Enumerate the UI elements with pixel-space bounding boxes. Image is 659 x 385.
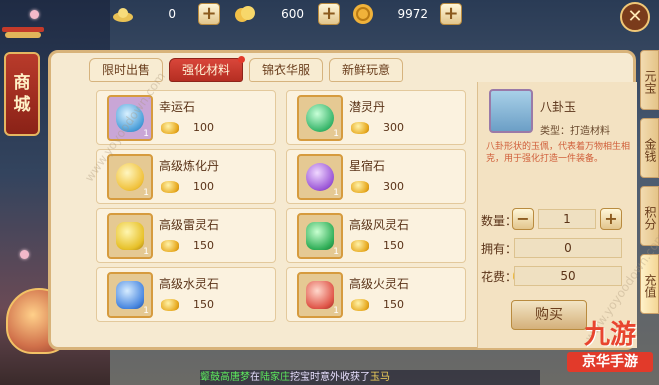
lantern-icon xyxy=(2,27,44,38)
currency-value: 600 xyxy=(281,7,304,21)
site-logo: 九游 京华手游 xyxy=(563,320,657,382)
item-price: 150 xyxy=(383,239,404,252)
item-price: 150 xyxy=(193,239,214,252)
shop-item[interactable]: 1 高级炼化丹 100 xyxy=(96,149,276,204)
copper-coin-icon xyxy=(353,4,373,24)
shop-sign-char: 商 xyxy=(13,73,31,93)
item-price: 150 xyxy=(383,298,404,311)
add-gold-button[interactable]: + xyxy=(318,3,340,25)
quantity-value[interactable]: 1 xyxy=(538,209,596,229)
item-price: 300 xyxy=(383,180,404,193)
gold-ingot-icon xyxy=(161,181,179,193)
tab-label: 新鲜玩意 xyxy=(341,63,390,77)
side-tab-money[interactable]: 金钱 xyxy=(640,118,659,178)
gold-ingot-icon xyxy=(351,240,369,252)
item-name: 高级水灵石 xyxy=(159,277,220,291)
shop-item[interactable]: 1 高级火灵石 150 xyxy=(286,267,466,322)
shop-sign: 商 城 xyxy=(4,52,40,136)
logo-title: 九游 xyxy=(583,320,636,350)
item-price: 150 xyxy=(193,298,214,311)
close-button[interactable]: ✕ xyxy=(620,2,650,32)
owned-label: 拥有： xyxy=(481,242,518,256)
yellow-spirit-stone-icon: 1 xyxy=(107,213,153,259)
notification-dot xyxy=(238,56,245,63)
green-pill-icon: 1 xyxy=(297,95,343,141)
item-qty: 1 xyxy=(143,188,149,198)
gold-ingot-icon xyxy=(161,122,179,134)
broadcast-text: 在 xyxy=(250,372,260,383)
yellow-pill-icon: 1 xyxy=(107,154,153,200)
item-qty: 1 xyxy=(143,306,149,316)
tab-label: 强化材料 xyxy=(181,63,230,77)
item-qty: 1 xyxy=(143,247,149,257)
blossom-decoration xyxy=(30,10,39,19)
item-name: 幸运石 xyxy=(159,100,196,114)
currency-bar: 0 + 600 + 9972 + xyxy=(108,2,468,28)
item-name: 高级炼化丹 xyxy=(159,159,220,173)
item-name: 高级风灵石 xyxy=(349,218,410,232)
decrease-quantity-button[interactable]: − xyxy=(512,208,534,230)
cost-value: 50 xyxy=(514,266,622,286)
item-qty: 1 xyxy=(333,188,339,198)
currency-value: 9972 xyxy=(397,7,428,21)
item-name: 高级火灵石 xyxy=(349,277,410,291)
tab-novelties[interactable]: 新鲜玩意 xyxy=(329,58,403,82)
gold-ingot-icon xyxy=(351,299,369,311)
blue-spirit-stone-icon: 1 xyxy=(107,272,153,318)
item-qty: 1 xyxy=(143,129,149,139)
item-qty: 1 xyxy=(333,306,339,316)
broadcast-player[interactable]: 颦鼓高唐梦 xyxy=(200,372,250,383)
logo-subtitle: 京华手游 xyxy=(567,352,653,372)
item-name: 星宿石 xyxy=(349,159,386,173)
currency-value: 0 xyxy=(168,7,176,21)
bagua-jade-icon xyxy=(489,89,533,133)
gold-coins-icon xyxy=(235,6,255,22)
tab-fine-clothing[interactable]: 锦衣华服 xyxy=(249,58,323,82)
add-silver-button[interactable]: + xyxy=(198,3,220,25)
broadcast-text: 挖宝时意外收获了 xyxy=(290,372,370,383)
item-name: 潜灵丹 xyxy=(349,100,386,114)
detail-title: 八卦玉 xyxy=(540,100,577,114)
item-price: 100 xyxy=(193,180,214,193)
gold-ingot-icon xyxy=(351,122,369,134)
tab-label: 锦衣华服 xyxy=(261,63,310,77)
item-qty: 1 xyxy=(333,129,339,139)
broadcast-place: 陆家庄 xyxy=(260,372,290,383)
shop-item[interactable]: 1 高级雷灵石 150 xyxy=(96,208,276,263)
item-price: 100 xyxy=(193,121,214,134)
broadcast-reward: 玉马 xyxy=(370,372,390,383)
add-copper-button[interactable]: + xyxy=(440,3,462,25)
tab-label: 限时出售 xyxy=(101,63,150,77)
item-name: 高级雷灵石 xyxy=(159,218,220,232)
item-price: 300 xyxy=(383,121,404,134)
system-broadcast: 颦鼓高唐梦在陆家庄挖宝时意外收获了玉马 xyxy=(200,370,540,385)
shop-item[interactable]: 1 潜灵丹 300 xyxy=(286,90,466,145)
detail-description: 八卦形状的玉佩，代表着万物相生相克，用于强化打造一件装备。 xyxy=(486,142,631,164)
side-tab-yuanbao[interactable]: 元宝 xyxy=(640,50,659,110)
shop-item[interactable]: 1 星宿石 300 xyxy=(286,149,466,204)
green-spirit-stone-icon: 1 xyxy=(297,213,343,259)
purple-star-stone-icon: 1 xyxy=(297,154,343,200)
shop-item[interactable]: 1 高级风灵石 150 xyxy=(286,208,466,263)
shop-item[interactable]: 1 高级水灵石 150 xyxy=(96,267,276,322)
gold-ingot-icon xyxy=(351,181,369,193)
item-qty: 1 xyxy=(333,247,339,257)
increase-quantity-button[interactable]: + xyxy=(600,208,622,230)
cost-label: 花费： xyxy=(481,270,518,284)
blossom-decoration xyxy=(20,250,29,259)
shop-sign-char: 城 xyxy=(13,95,31,115)
gold-ingot-icon xyxy=(161,299,179,311)
tab-enhance-materials[interactable]: 强化材料 xyxy=(169,56,245,82)
owned-value: 0 xyxy=(514,238,622,258)
detail-type: 类型：打造材料 xyxy=(540,126,610,137)
red-spirit-stone-icon: 1 xyxy=(297,272,343,318)
gold-ingot-icon xyxy=(161,240,179,252)
